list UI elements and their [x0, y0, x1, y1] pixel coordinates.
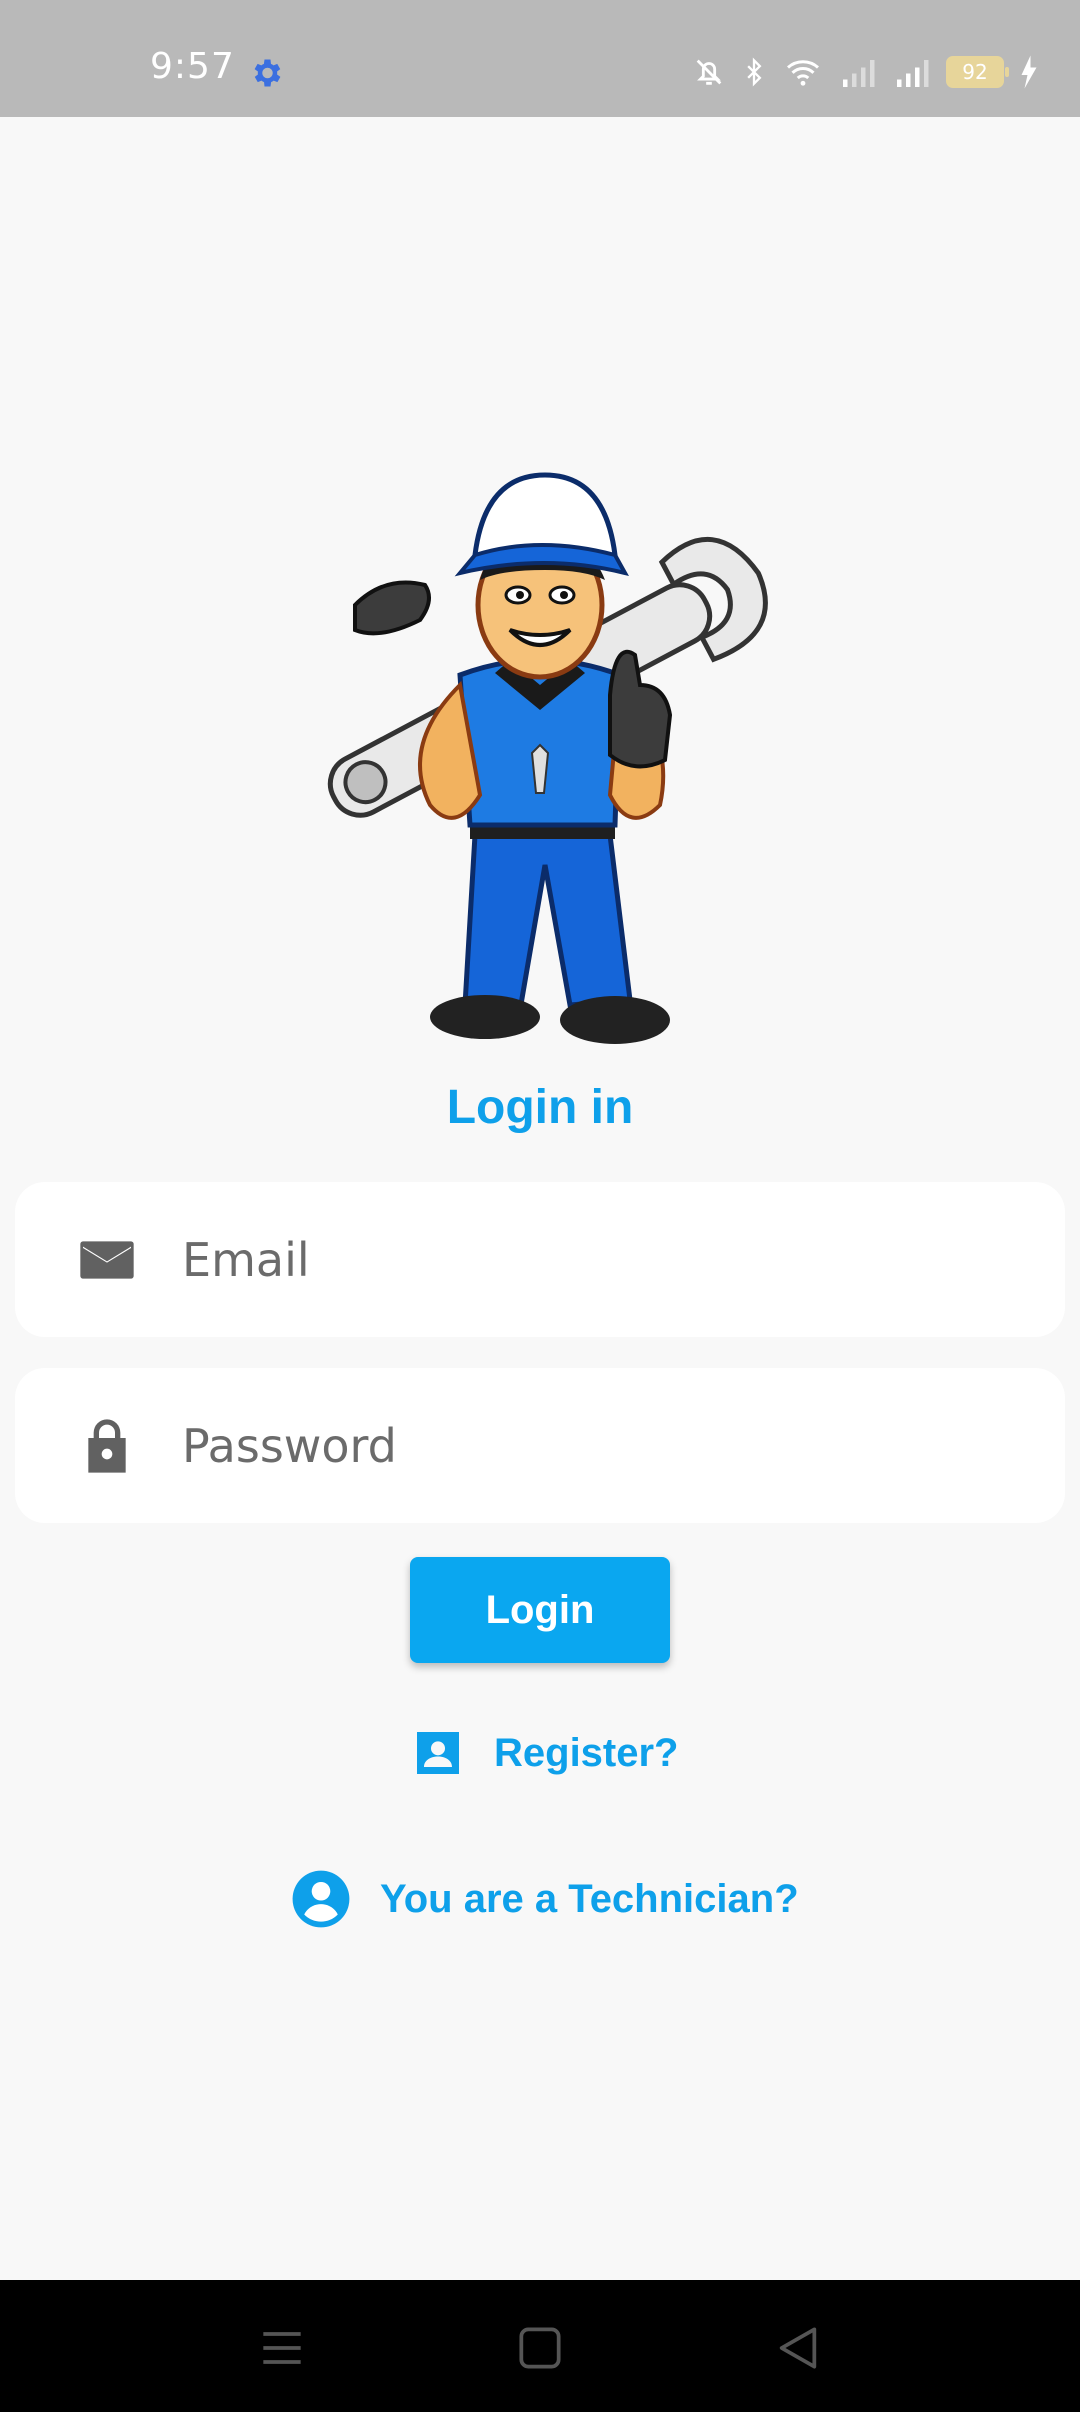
- email-icon: [80, 1240, 134, 1279]
- email-field-container: [15, 1182, 1065, 1337]
- gear-icon: [254, 59, 281, 87]
- bluetooth-icon: [747, 57, 762, 87]
- battery-level: 92: [962, 60, 988, 84]
- status-bar: 9:57 92: [0, 0, 1080, 117]
- password-input[interactable]: [180, 1404, 1035, 1487]
- signal-icon: [843, 60, 875, 87]
- password-field-container: [15, 1368, 1065, 1523]
- login-button[interactable]: Login: [410, 1557, 670, 1663]
- login-title: Login in: [446, 1081, 634, 1134]
- email-input[interactable]: [180, 1218, 1035, 1301]
- signal-icon: [897, 60, 929, 87]
- register-label: Register?: [494, 1730, 679, 1775]
- battery-icon: 92: [946, 56, 1009, 88]
- contact-card-icon: [417, 1732, 459, 1774]
- technician-label: You are a Technician?: [380, 1876, 799, 1921]
- status-icons: 92: [692, 50, 1040, 94]
- home-icon[interactable]: [512, 2320, 568, 2376]
- charging-icon: [1021, 55, 1037, 89]
- lock-icon: [88, 1418, 126, 1473]
- technician-link[interactable]: You are a Technician?: [290, 1868, 799, 1930]
- status-time: 9:57: [150, 46, 235, 87]
- back-icon[interactable]: [770, 2320, 826, 2376]
- account-circle-icon: [292, 1870, 350, 1928]
- register-link[interactable]: Register?: [410, 1725, 679, 1781]
- bell-off-icon: [696, 59, 722, 85]
- menu-icon[interactable]: [254, 2320, 310, 2376]
- wifi-icon: [787, 60, 819, 86]
- technician-mascot-image: [327, 472, 768, 1044]
